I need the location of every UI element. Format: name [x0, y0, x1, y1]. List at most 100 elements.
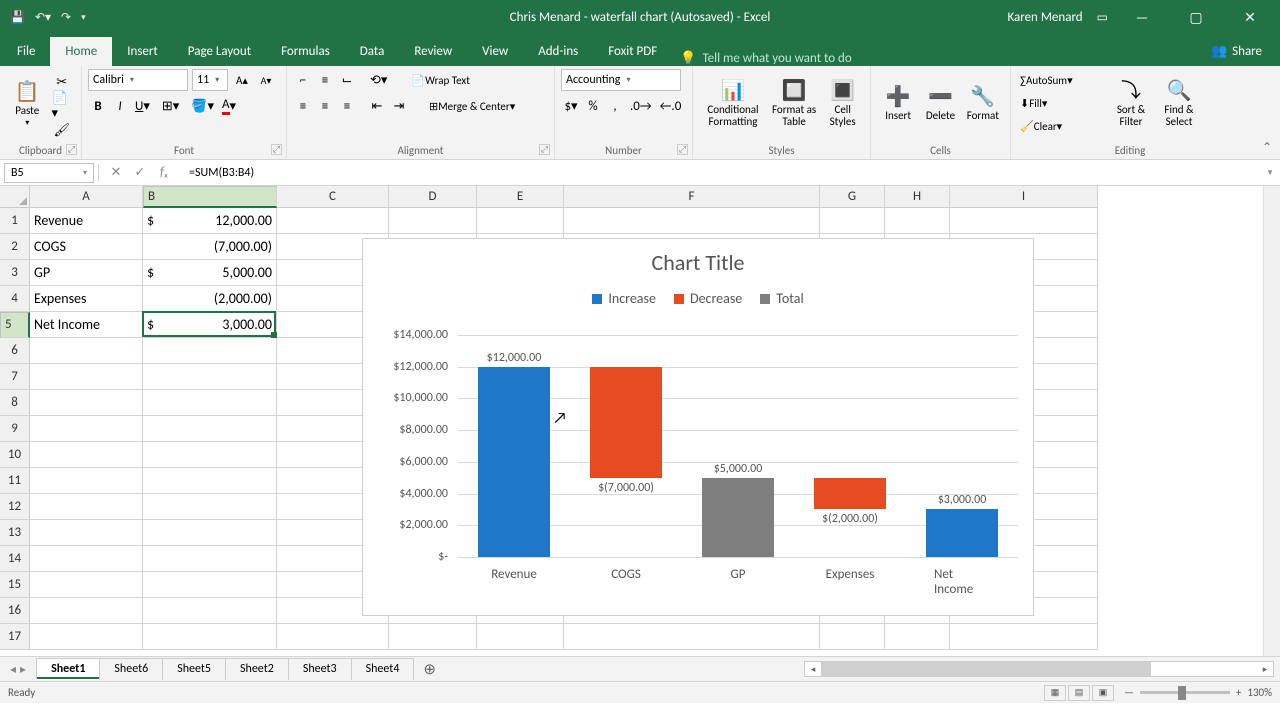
row-header[interactable]: 6 [0, 338, 30, 364]
paste-button[interactable]: 📋 Paste ▾ [6, 69, 48, 139]
delete-cells-button[interactable]: ➖Delete [919, 69, 961, 139]
cell[interactable] [143, 338, 277, 364]
cell[interactable] [477, 208, 564, 234]
font-size-select[interactable]: 11▾ [192, 69, 228, 91]
cell[interactable] [389, 624, 477, 650]
sheet-tab[interactable]: Sheet2 [225, 658, 289, 680]
cell[interactable] [30, 468, 143, 494]
increase-font-button[interactable]: A▴ [232, 69, 252, 91]
chart-legend[interactable]: IncreaseDecreaseTotal [363, 290, 1033, 307]
row-header[interactable]: 1 [0, 208, 30, 234]
fill-color-button[interactable]: 🪣▾ [188, 95, 217, 117]
column-header[interactable]: B [143, 186, 277, 208]
cell[interactable] [30, 442, 143, 468]
sheet-tab[interactable]: Sheet1 [36, 658, 100, 680]
autosum-button[interactable]: ∑ AutoSum ▾ [1017, 69, 1107, 91]
row-header[interactable]: 8 [0, 390, 30, 416]
row-header[interactable]: 12 [0, 494, 30, 520]
cell[interactable] [143, 624, 277, 650]
cell[interactable] [950, 208, 1098, 234]
cell[interactable] [143, 546, 277, 572]
percent-button[interactable]: % [583, 95, 603, 117]
align-center-button[interactable]: ≡ [315, 95, 335, 117]
column-header[interactable]: F [564, 186, 820, 208]
cell[interactable]: GP [30, 260, 143, 286]
font-name-select[interactable]: Calibri▾ [88, 69, 188, 91]
italic-button[interactable]: I [110, 95, 130, 117]
cell[interactable] [143, 390, 277, 416]
cell[interactable] [143, 468, 277, 494]
share-button[interactable]: 👥 Share [1193, 37, 1280, 66]
conditional-formatting-button[interactable]: 📊Conditional Formatting [699, 69, 767, 139]
close-button[interactable]: ✕ [1230, 9, 1270, 26]
expand-formula-bar-icon[interactable]: ▾ [1260, 167, 1280, 178]
column-header[interactable]: E [477, 186, 564, 208]
cell[interactable] [564, 208, 820, 234]
align-middle-button[interactable]: ≡ [315, 69, 335, 91]
comma-button[interactable]: , [605, 95, 625, 117]
cell[interactable] [564, 624, 820, 650]
enter-formula-icon[interactable]: ✓ [129, 165, 151, 180]
format-cells-button[interactable]: 🔧Format [962, 69, 1004, 139]
zoom-in-button[interactable]: + [1236, 686, 1241, 699]
row-header[interactable]: 10 [0, 442, 30, 468]
cell[interactable] [143, 520, 277, 546]
decrease-decimal-button[interactable]: ←.0 [657, 95, 685, 117]
sheet-nav-prev-icon[interactable]: ◂ [10, 662, 16, 677]
cell[interactable] [143, 494, 277, 520]
redo-icon[interactable]: ↷ [61, 10, 71, 25]
sort-filter-button[interactable]: ⤵Sort & Filter [1107, 69, 1155, 139]
column-header[interactable]: I [950, 186, 1098, 208]
worksheet-grid[interactable]: ABCDEFGHI 1234567891011121314151617 Reve… [0, 186, 1280, 656]
row-header[interactable]: 2 [0, 234, 30, 260]
collapse-ribbon-icon[interactable]: ⌃ [1262, 140, 1272, 155]
cell[interactable] [389, 208, 477, 234]
chart-title[interactable]: Chart Title [363, 239, 1033, 276]
wrap-text-button[interactable]: 📄 Wrap Text [404, 69, 476, 91]
cell[interactable] [30, 338, 143, 364]
minimize-button[interactable]: — [1122, 9, 1162, 26]
cell[interactable] [820, 624, 885, 650]
row-header[interactable]: 13 [0, 520, 30, 546]
cell[interactable] [30, 546, 143, 572]
cell[interactable] [143, 442, 277, 468]
cell[interactable]: COGS [30, 234, 143, 260]
tab-addins[interactable]: Add-ins [523, 37, 593, 66]
tab-data[interactable]: Data [345, 37, 400, 66]
cell[interactable] [30, 572, 143, 598]
undo-icon[interactable]: ↶▾ [35, 10, 51, 25]
tell-me-search[interactable]: 💡 Tell me what you want to do [680, 51, 852, 66]
cut-button[interactable]: ✂ [48, 71, 75, 93]
cell[interactable] [30, 624, 143, 650]
insert-cells-button[interactable]: ➕Insert [877, 69, 919, 139]
vertical-scrollbar[interactable] [1263, 186, 1280, 656]
sheet-tab[interactable]: Sheet6 [99, 658, 163, 680]
column-header[interactable]: D [389, 186, 477, 208]
cell[interactable]: (7,000.00) [143, 234, 277, 260]
chart-bar[interactable] [478, 367, 550, 557]
cell[interactable]: Revenue [30, 208, 143, 234]
cell[interactable]: $5,000.00 [143, 260, 277, 286]
cell[interactable] [30, 364, 143, 390]
insert-function-icon[interactable]: fₓ [153, 165, 175, 180]
row-header[interactable]: 16 [0, 598, 30, 624]
tab-view[interactable]: View [467, 37, 523, 66]
cell[interactable] [30, 598, 143, 624]
page-layout-view-button[interactable]: ▤ [1068, 685, 1090, 701]
accounting-format-button[interactable]: $▾ [561, 95, 581, 117]
zoom-slider[interactable] [1140, 691, 1230, 694]
row-header[interactable]: 11 [0, 468, 30, 494]
page-break-view-button[interactable]: ▣ [1092, 685, 1114, 701]
row-header[interactable]: 3 [0, 260, 30, 286]
number-format-select[interactable]: Accounting▾ [561, 69, 681, 91]
clear-button[interactable]: 🧹 Clear ▾ [1017, 115, 1107, 137]
font-launcher[interactable]: ⤢ [271, 144, 282, 155]
normal-view-button[interactable]: ▦ [1044, 685, 1066, 701]
sheet-nav-next-icon[interactable]: ▸ [20, 662, 26, 677]
number-launcher[interactable]: ⤢ [677, 144, 688, 155]
chart-bar[interactable] [814, 478, 886, 510]
tab-insert[interactable]: Insert [112, 37, 173, 66]
cell[interactable] [30, 494, 143, 520]
cell[interactable] [30, 416, 143, 442]
align-left-button[interactable]: ≡ [293, 95, 313, 117]
